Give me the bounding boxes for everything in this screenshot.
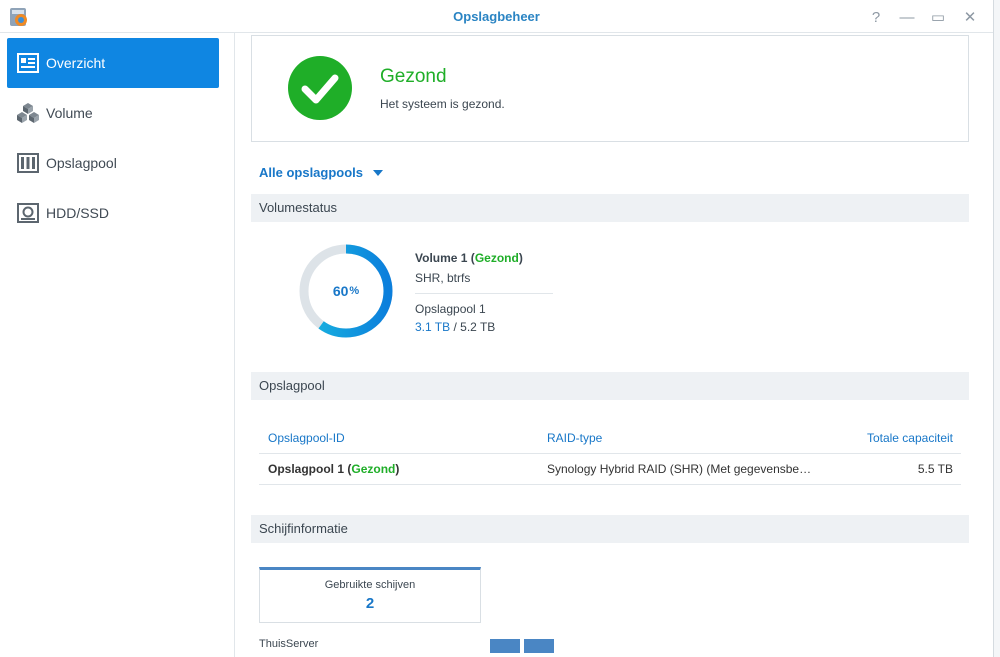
volume-name: Volume 1: [415, 251, 468, 265]
caret-down-icon: [373, 170, 384, 176]
sidebar-item-storage-pool[interactable]: Opslagpool: [7, 138, 219, 188]
raid-type-cell: Synology Hybrid RAID (SHR) (Met gegevens…: [547, 462, 817, 476]
volume-title[interactable]: Volume 1 (Gezond): [415, 251, 553, 265]
volume-type: SHR, btrfs: [415, 271, 471, 285]
usage-unit: %: [349, 285, 360, 297]
sidebar-item-overview[interactable]: Overzicht: [7, 38, 219, 88]
minimize-button[interactable]: —: [896, 6, 918, 28]
maximize-button[interactable]: ▭: [927, 6, 949, 28]
storage-pool-table: Opslagpool-ID RAID-type Totale capacitei…: [259, 423, 961, 485]
pool-id: Opslagpool 1: [268, 462, 345, 476]
disk-info-header: Schijfinformatie: [251, 515, 969, 543]
used-capacity: 3.1 TB: [415, 320, 451, 334]
sidebar-item-label: Volume: [46, 105, 93, 121]
sidebar-item-label: Overzicht: [46, 55, 106, 71]
status-title: Gezond: [380, 66, 447, 87]
main-content: Gezond Het systeem is gezond. Alle opsla…: [235, 33, 993, 657]
column-header-total-capacity[interactable]: Totale capaciteit: [867, 431, 953, 445]
background-window-edge: [993, 0, 1000, 657]
sidebar-item-hdd-ssd[interactable]: HDD/SSD: [7, 188, 219, 238]
pool-state: Gezond: [351, 462, 396, 476]
window-title: Opslagbeheer: [453, 9, 540, 24]
sidebar: Overzicht Volume Opslagpool HDD/SSD: [0, 33, 235, 657]
table-row[interactable]: Opslagpool 1 (Gezond) Synology Hybrid RA…: [259, 454, 961, 485]
checkmark-icon: [288, 56, 352, 120]
storage-manager-window: Opslagbeheer ? — ▭ ✕ Overzicht Volume Op…: [0, 0, 993, 657]
sidebar-item-volume[interactable]: Volume: [7, 88, 219, 138]
status-subtitle: Het systeem is gezond.: [380, 97, 505, 111]
column-header-raid-type[interactable]: RAID-type: [547, 431, 817, 445]
sidebar-item-label: HDD/SSD: [46, 205, 110, 221]
used-disks-card: Gebruikte schijven 2: [259, 567, 481, 623]
storage-pool-icon: [16, 151, 40, 175]
volume-info: Volume 1 (Gezond) SHR, btrfs Opslagpool …: [415, 251, 553, 334]
cubes-icon: [16, 101, 40, 125]
health-status-card: Gezond Het systeem is gezond.: [251, 35, 969, 142]
pool-id-cell: Opslagpool 1 (Gezond): [268, 462, 400, 476]
divider: [415, 293, 553, 294]
disk-slot-1[interactable]: [490, 639, 520, 653]
volume-capacity: 3.1 TB / 5.2 TB: [415, 320, 496, 334]
volume-pool-name: Opslagpool 1: [415, 302, 486, 316]
volume-state: Gezond: [474, 251, 519, 265]
sidebar-item-label: Opslagpool: [46, 155, 117, 171]
column-header-pool-id[interactable]: Opslagpool-ID: [268, 431, 345, 445]
title-bar[interactable]: Opslagbeheer ? — ▭ ✕: [0, 0, 993, 33]
storage-pool-header: Opslagpool: [251, 372, 969, 400]
usage-percent-label: 60%: [298, 243, 394, 339]
disk-slot-2[interactable]: [524, 639, 554, 653]
total-capacity: 5.2 TB: [460, 320, 496, 334]
help-button[interactable]: ?: [865, 6, 887, 28]
storage-pool-filter-dropdown[interactable]: Alle opslagpools: [259, 165, 384, 180]
used-disks-label: Gebruikte schijven: [324, 579, 416, 591]
server-name: ThuisServer: [259, 638, 319, 650]
close-button[interactable]: ✕: [959, 6, 981, 28]
volume-status-header: Volumestatus: [251, 194, 969, 222]
pool-filter-label: Alle opslagpools: [259, 165, 364, 180]
table-header-row: Opslagpool-ID RAID-type Totale capacitei…: [259, 423, 961, 454]
capacity-cell: 5.5 TB: [917, 462, 953, 476]
overview-icon: [16, 51, 40, 75]
usage-value: 60: [332, 283, 349, 299]
used-disks-count: 2: [365, 595, 375, 612]
hard-disk-icon: [16, 201, 40, 225]
